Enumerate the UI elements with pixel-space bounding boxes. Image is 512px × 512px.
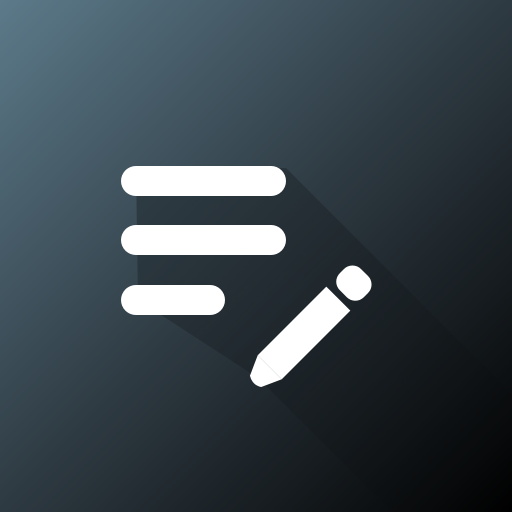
app-icon [0, 0, 512, 512]
text-line-3 [121, 285, 225, 315]
text-line-2 [121, 225, 286, 255]
notes-edit-icon [0, 0, 512, 512]
text-line-1 [121, 166, 286, 196]
